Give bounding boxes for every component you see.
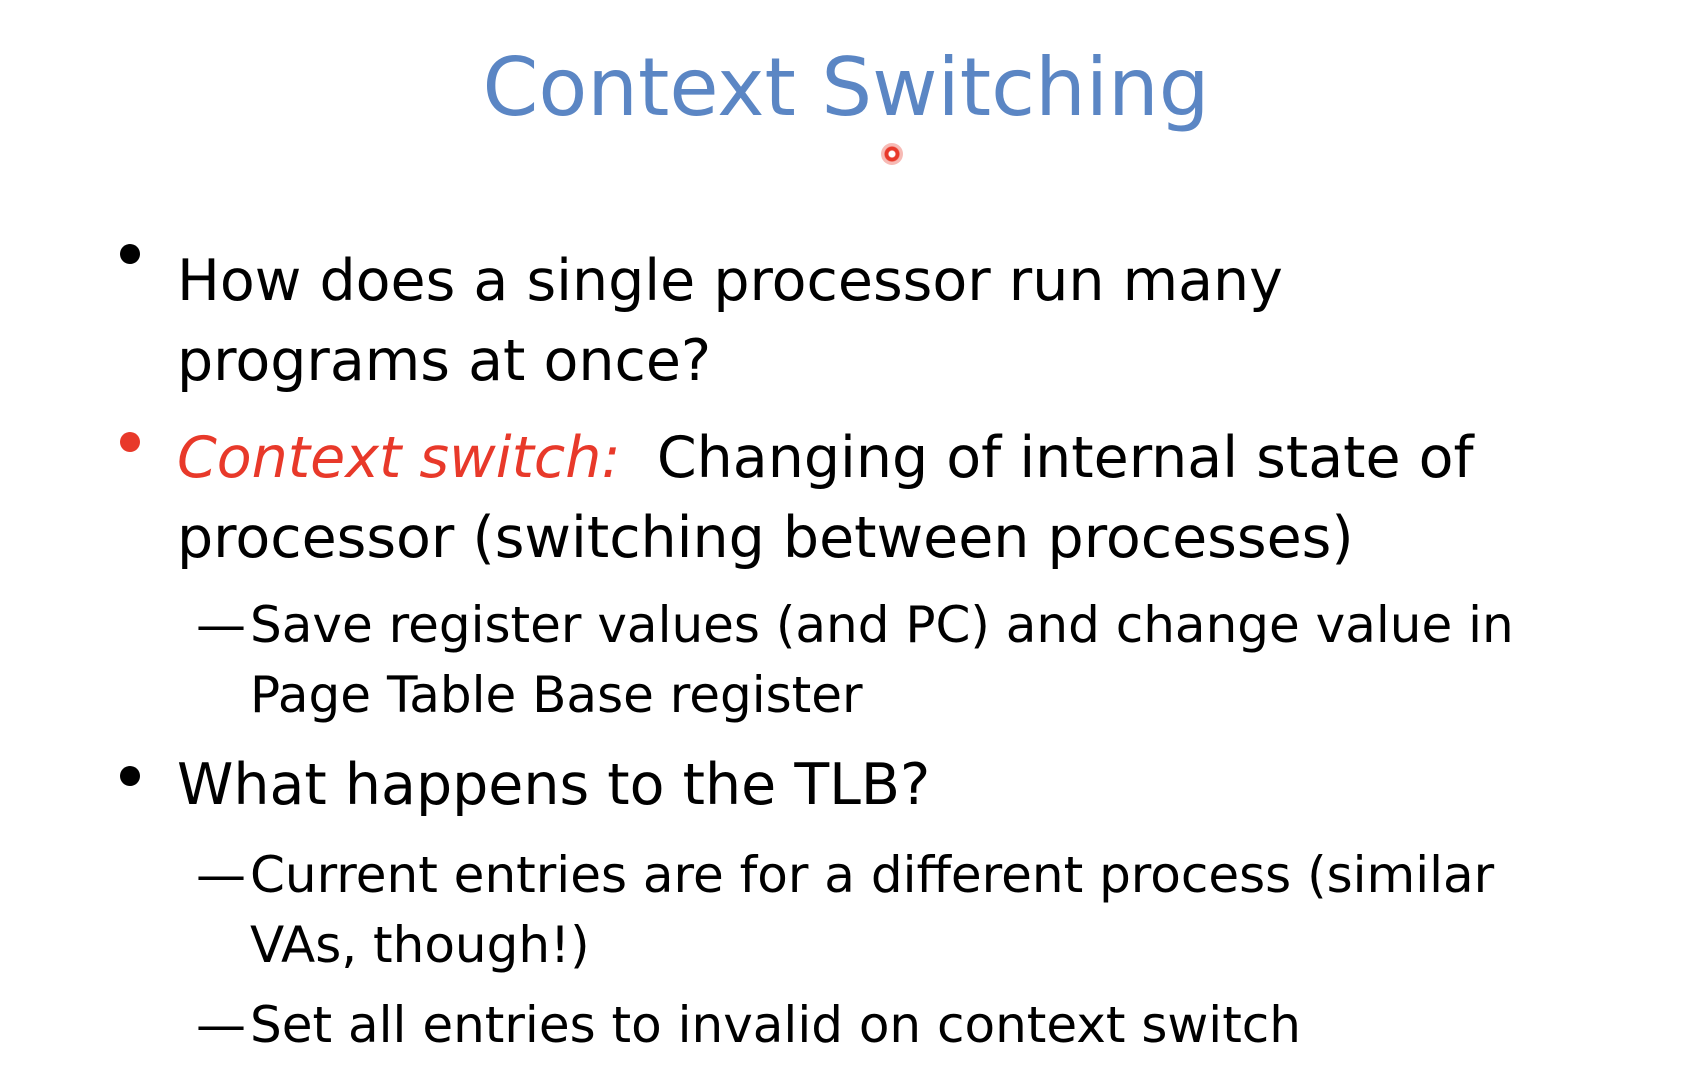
bullet-dot-icon <box>120 244 140 264</box>
laser-pointer-icon <box>881 143 903 165</box>
bullet-1-text: How does a single processor run many pro… <box>177 241 1597 401</box>
sub-bullet-2-1-text: Save register values (and PC) and change… <box>250 590 1630 730</box>
sub-bullet-3-2-text: Set all entries to invalid on context sw… <box>250 990 1630 1060</box>
sub-bullet-dash: — <box>196 996 246 1054</box>
sub-bullet-3-2-line-1: Set all entries to invalid on context sw… <box>250 996 1301 1054</box>
bullet-2-line-1: Context switch: Changing of internal sta… <box>177 418 1597 498</box>
sub-bullet-dash: — <box>196 846 246 904</box>
bullet-2-line-2: processor (switching between processes) <box>177 505 1354 571</box>
sub-bullet-2-1-line-2: Page Table Base register <box>250 666 863 724</box>
sub-bullet-2-1-line-1: Save register values (and PC) and change… <box>250 596 1514 654</box>
bullet-1-line-1: How does a single processor run many <box>177 248 1283 314</box>
bullet-dot-icon <box>120 766 140 786</box>
sub-bullet-3-1-text: Current entries are for a different proc… <box>250 840 1630 980</box>
bullet-2-text: Context switch: Changing of internal sta… <box>177 418 1597 578</box>
bullet-3-line-1: What happens to the TLB? <box>177 752 931 818</box>
bullet-1-line-2: programs at once? <box>177 328 712 394</box>
sub-bullet-dash: — <box>196 596 246 654</box>
bullet-2-term: Context switch: <box>177 425 621 491</box>
bullet-dot-icon <box>120 432 140 452</box>
bullet-2-line-1-text: Changing of internal state of <box>656 425 1474 491</box>
bullet-3-text: What happens to the TLB? <box>177 745 1597 825</box>
slide: Context Switching How does a single proc… <box>0 0 1692 1086</box>
slide-title: Context Switching <box>482 41 1210 134</box>
sub-bullet-3-1-line-2: VAs, though!) <box>250 916 590 974</box>
sub-bullet-3-1-line-1: Current entries are for a different proc… <box>250 846 1495 904</box>
